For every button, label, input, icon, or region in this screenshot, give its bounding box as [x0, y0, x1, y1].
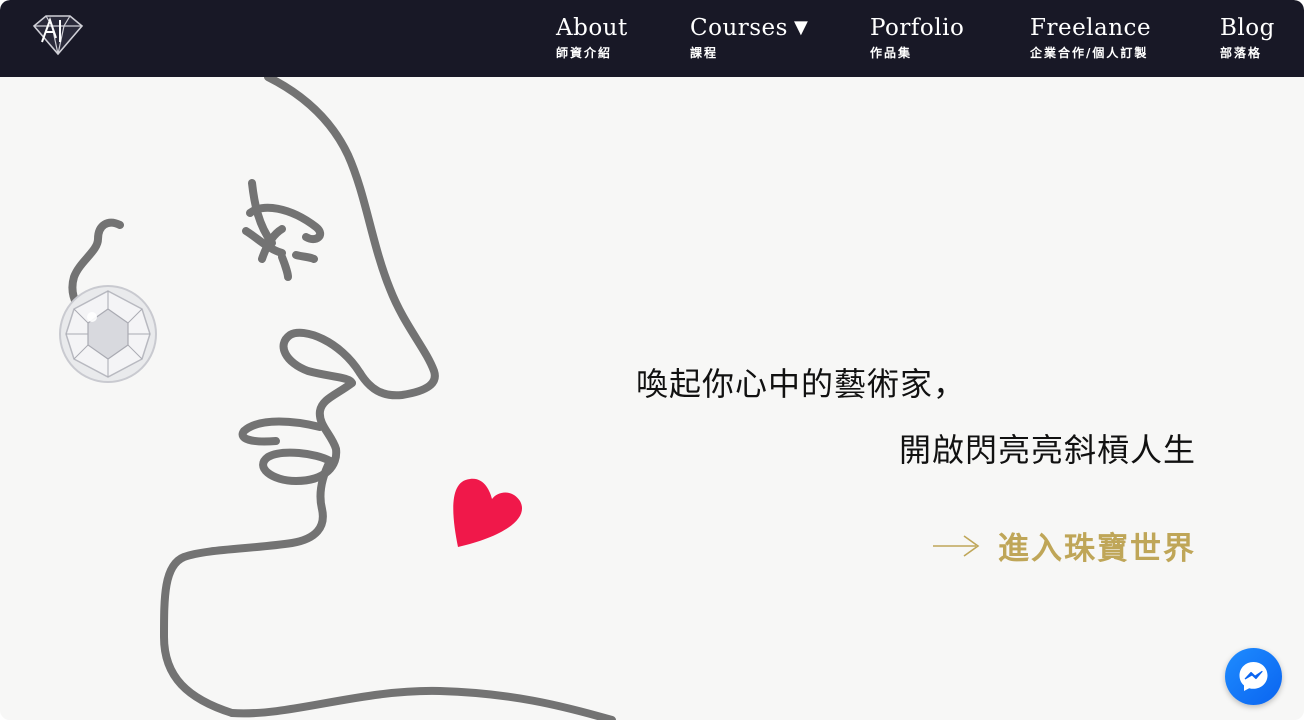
messenger-icon [1239, 662, 1268, 691]
enter-jewelry-world-link[interactable]: 進入珠寶世界 [932, 523, 1196, 568]
nav-courses[interactable]: Courses ▼ 課程 [690, 12, 808, 61]
diamond-earring-icon [59, 285, 157, 383]
nav-blog-sublabel: 部落格 [1220, 46, 1263, 60]
nav-freelance[interactable]: Freelance 企業合作/個人訂製 [1030, 12, 1151, 61]
nav-blog[interactable]: Blog 部落格 [1220, 12, 1275, 61]
site-logo[interactable] [30, 12, 86, 58]
heart-icon [453, 478, 523, 547]
nav-portfolio[interactable]: Porfolio 作品集 [870, 12, 964, 61]
messenger-chat-button[interactable] [1225, 648, 1282, 705]
hero-section: 喚起你心中的藝術家， 開啟閃亮亮斜槓人生 進入珠寶世界 [0, 77, 1304, 720]
page: About 師資介紹 Courses ▼ 課程 Porfolio 作品集 Free… [0, 0, 1304, 720]
nav-freelance-label: Freelance [1030, 15, 1152, 41]
nav-courses-sublabel: 課程 [690, 46, 719, 60]
nav-freelance-sublabel: 企業合作/個人訂製 [1030, 46, 1149, 60]
long-arrow-right-icon [933, 534, 980, 557]
nav-portfolio-label: Porfolio [870, 15, 965, 41]
top-navigation-bar: About 師資介紹 Courses ▼ 課程 Porfolio 作品集 Free… [0, 0, 1304, 77]
enter-jewelry-world-label: 進入珠寶世界 [998, 531, 1196, 567]
nav-about-sublabel: 師資介紹 [556, 46, 613, 60]
nav-portfolio-sublabel: 作品集 [870, 46, 913, 60]
face-line-art-illustration [59, 77, 616, 720]
nav-about[interactable]: About 師資介紹 [556, 12, 628, 61]
nav-courses-label-wrap: Courses ▼ [690, 12, 808, 44]
hero-headline-line-2: 開啟閃亮亮斜槓人生 [898, 431, 1196, 469]
nav-about-label: About [556, 15, 628, 41]
nav-courses-label: Courses [690, 15, 788, 41]
caret-down-icon: ▼ [793, 17, 809, 38]
diamond-logo-icon [32, 15, 84, 56]
hero-headline-line-1: 喚起你心中的藝術家， [636, 365, 967, 403]
nav-blog-label: Blog [1220, 15, 1275, 41]
